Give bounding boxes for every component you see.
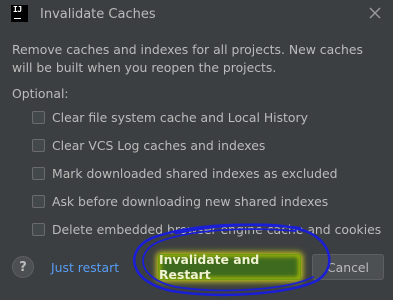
close-icon: [369, 7, 381, 19]
option-label: Ask before downloading new shared indexe…: [52, 193, 329, 209]
option-label: Clear file system cache and Local Histor…: [52, 109, 308, 125]
option-label: Clear VCS Log caches and indexes: [52, 137, 266, 153]
option-delete-browser-cache[interactable]: Delete embedded browser engine cache and…: [32, 220, 381, 238]
checkbox[interactable]: [32, 222, 45, 236]
invalidate-and-restart-button[interactable]: Invalidate and Restart: [158, 252, 301, 282]
dialog-description: Remove caches and indexes for all projec…: [12, 42, 363, 75]
title-bar: IJ Invalidate Caches: [0, 0, 393, 30]
cancel-button[interactable]: Cancel: [312, 254, 384, 280]
intellij-app-icon: IJ: [11, 5, 28, 22]
help-icon: ?: [19, 259, 27, 275]
option-label: Delete embedded browser engine cache and…: [52, 221, 382, 237]
checkbox[interactable]: [32, 138, 45, 152]
checkbox[interactable]: [32, 166, 45, 180]
checkbox[interactable]: [32, 194, 45, 208]
option-ask-before-downloading[interactable]: Ask before downloading new shared indexe…: [32, 192, 328, 210]
close-button[interactable]: [365, 3, 385, 23]
option-clear-vcs-log-caches[interactable]: Clear VCS Log caches and indexes: [32, 136, 265, 154]
help-button[interactable]: ?: [12, 256, 34, 278]
app-icon-text: IJ: [13, 5, 22, 14]
option-label: Mark downloaded shared indexes as exclud…: [52, 165, 338, 181]
option-clear-file-system-cache[interactable]: Clear file system cache and Local Histor…: [32, 108, 308, 126]
dialog-title: Invalidate Caches: [40, 7, 156, 22]
optional-label: Optional:: [12, 86, 69, 101]
option-mark-shared-indexes-excluded[interactable]: Mark downloaded shared indexes as exclud…: [32, 164, 338, 182]
invalidate-caches-dialog: IJ Invalidate Caches Remove caches and i…: [0, 0, 393, 300]
checkbox[interactable]: [32, 110, 45, 124]
just-restart-link[interactable]: Just restart: [51, 260, 119, 275]
